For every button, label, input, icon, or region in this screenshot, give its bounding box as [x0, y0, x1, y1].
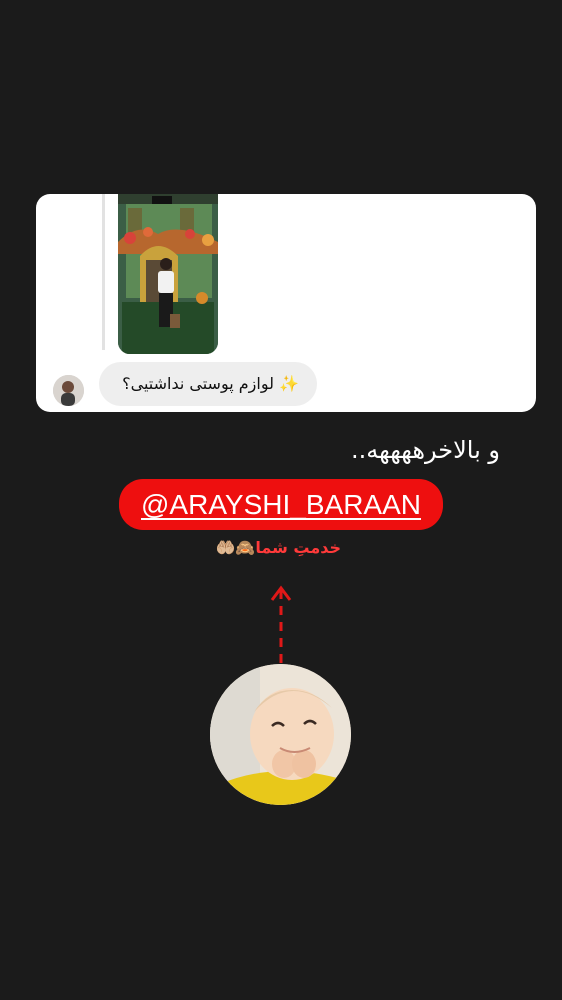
reply-quote-line	[102, 194, 105, 350]
up-arrow-icon	[270, 585, 292, 666]
replied-story-photo[interactable]	[118, 194, 218, 354]
service-emoji: 🙈🤲🏼	[215, 538, 256, 557]
reply-message-text: لوازم پوستی نداشتیی؟	[122, 374, 274, 393]
mention-sticker[interactable]: @ARAYSHI_BARAAN	[119, 479, 443, 530]
reply-message-bubble: ✨ لوازم پوستی نداشتیی؟	[99, 362, 317, 406]
sender-avatar[interactable]	[53, 375, 84, 406]
service-text: خدمتِ شما	[255, 538, 341, 557]
sender-avatar-icon	[53, 375, 84, 406]
reply-card: ✨ لوازم پوستی نداشتیی؟	[36, 194, 536, 412]
reply-photo-icon	[118, 194, 218, 354]
baby-sticker-icon	[210, 664, 351, 805]
sparkle-emoji: ✨	[279, 374, 299, 393]
service-text-line: خدمتِ شما🙈🤲🏼	[201, 538, 342, 557]
story-caption: و بالاخرههههه..	[351, 436, 500, 464]
baby-sticker	[210, 664, 351, 805]
